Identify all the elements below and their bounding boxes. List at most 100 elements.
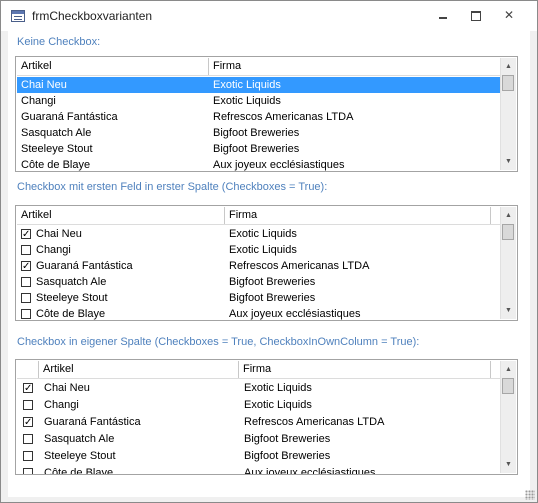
vertical-scrollbar[interactable]: ▲ ▼	[500, 361, 516, 473]
cell-artikel: Sasquatch Ale	[21, 127, 92, 139]
scroll-thumb[interactable]	[502, 224, 514, 240]
list-item[interactable]: Steeleye Stout Bigfoot Breweries	[17, 141, 500, 157]
form-icon	[11, 10, 25, 22]
row-checkbox[interactable]: ✓	[21, 261, 31, 272]
list-item[interactable]: Changi Exotic Liquids	[17, 397, 500, 413]
close-button[interactable]: ✕	[498, 7, 520, 23]
list-item[interactable]: Sasquatch Ale Bigfoot Breweries	[17, 431, 500, 447]
cell-artikel: Changi	[44, 399, 79, 411]
list-item[interactable]: Côte de Blaye Aux joyeux ecclésiastiques	[17, 465, 500, 475]
row-checkbox[interactable]	[21, 245, 31, 255]
scroll-down-icon[interactable]: ▼	[501, 153, 516, 170]
form-window: frmCheckboxvarianten ✕ Keine Checkbox: A…	[0, 0, 538, 503]
column-header-firma[interactable]: Firma	[239, 361, 491, 378]
cell-artikel: Chai Neu	[21, 79, 67, 91]
row-checkbox[interactable]: ✓	[23, 417, 33, 428]
list-item[interactable]: Chai Neu Exotic Liquids	[17, 77, 500, 93]
list-item[interactable]: ✓ Guaraná Fantástica Refrescos Americana…	[17, 414, 500, 430]
listbox-checkbox-first-column[interactable]: Artikel Firma ✓ Chai Neu Exotic Liquids …	[15, 205, 518, 321]
row-checkbox[interactable]	[23, 451, 33, 461]
list-item[interactable]: ✓ Chai Neu Exotic Liquids	[17, 380, 500, 396]
scroll-thumb[interactable]	[502, 378, 514, 394]
listbox-checkbox-own-column[interactable]: Artikel Firma ✓ Chai Neu Exotic Liquids …	[15, 359, 518, 475]
checkmark-icon: ✓	[22, 229, 31, 240]
list-item[interactable]: ✓ Chai Neu Exotic Liquids	[17, 226, 500, 242]
vertical-scrollbar[interactable]: ▲ ▼	[500, 58, 516, 170]
list-item[interactable]: Steeleye Stout Bigfoot Breweries	[17, 290, 500, 306]
cell-firma: Bigfoot Breweries	[229, 276, 316, 288]
cell-firma: Bigfoot Breweries	[213, 127, 300, 139]
list-item[interactable]: Changi Exotic Liquids	[17, 93, 500, 109]
row-checkbox[interactable]	[21, 293, 31, 303]
cell-firma: Bigfoot Breweries	[244, 433, 331, 445]
cell-artikel: Guaraná Fantástica	[36, 260, 133, 272]
scroll-down-icon[interactable]: ▼	[501, 456, 516, 473]
list-item[interactable]: Côte de Blaye Aux joyeux ecclésiastiques	[17, 157, 500, 171]
checkmark-icon: ✓	[24, 417, 33, 428]
scroll-down-icon[interactable]: ▼	[501, 302, 516, 319]
cell-artikel: Sasquatch Ale	[36, 276, 107, 288]
cell-firma: Exotic Liquids	[213, 95, 281, 107]
list-item[interactable]: Sasquatch Ale Bigfoot Breweries	[17, 125, 500, 141]
close-icon: ✕	[503, 8, 515, 22]
resize-grip[interactable]	[525, 490, 535, 500]
cell-firma: Bigfoot Breweries	[229, 292, 316, 304]
cell-firma: Aux joyeux ecclésiastiques	[213, 159, 345, 171]
column-header-checkbox[interactable]	[17, 361, 39, 378]
scroll-up-icon[interactable]: ▲	[501, 207, 516, 224]
list-item[interactable]: Sasquatch Ale Bigfoot Breweries	[17, 274, 500, 290]
cell-artikel: Guaraná Fantástica	[44, 416, 141, 428]
minimize-icon	[439, 16, 447, 19]
cell-artikel: Guaraná Fantástica	[21, 111, 118, 123]
cell-artikel: Steeleye Stout	[36, 292, 108, 304]
column-header-firma[interactable]: Firma	[225, 207, 491, 224]
minimize-button[interactable]	[432, 7, 454, 23]
checkmark-icon: ✓	[22, 261, 31, 272]
cell-artikel: Changi	[21, 95, 56, 107]
maximize-icon	[471, 10, 481, 21]
row-checkbox[interactable]	[23, 434, 33, 444]
list-item[interactable]: ✓ Guaraná Fantástica Refrescos Americana…	[17, 258, 500, 274]
scroll-thumb[interactable]	[502, 75, 514, 91]
scroll-up-icon[interactable]: ▲	[501, 361, 516, 378]
column-header-artikel[interactable]: Artikel	[39, 361, 239, 378]
title-bar[interactable]: frmCheckboxvarianten ✕	[1, 1, 537, 31]
cell-firma: Refrescos Americanas LTDA	[229, 260, 370, 272]
listbox-header: Artikel Firma	[17, 207, 502, 225]
window-title: frmCheckboxvarianten	[32, 9, 153, 23]
column-header-artikel[interactable]: Artikel	[17, 207, 225, 224]
cell-firma: Bigfoot Breweries	[244, 450, 331, 462]
cell-firma: Refrescos Americanas LTDA	[244, 416, 385, 428]
cell-artikel: Chai Neu	[36, 228, 82, 240]
listbox-header: Artikel Firma	[17, 58, 502, 76]
cell-artikel: Steeleye Stout	[44, 450, 116, 462]
section-label-checkbox-first-column: Checkbox mit ersten Feld in erster Spalt…	[17, 181, 328, 193]
row-checkbox[interactable]	[21, 277, 31, 287]
cell-firma: Exotic Liquids	[244, 399, 312, 411]
list-item[interactable]: Changi Exotic Liquids	[17, 242, 500, 258]
row-checkbox[interactable]: ✓	[23, 383, 33, 394]
row-checkbox[interactable]	[23, 468, 33, 474]
section-label-checkbox-own-column: Checkbox in eigener Spalte (Checkboxes =…	[17, 336, 420, 348]
column-header-firma[interactable]: Firma	[209, 58, 502, 75]
row-checkbox[interactable]	[21, 309, 31, 319]
list-item[interactable]: Côte de Blaye Aux joyeux ecclésiastiques	[17, 306, 500, 320]
cell-artikel: Changi	[36, 244, 71, 256]
scroll-up-icon[interactable]: ▲	[501, 58, 516, 75]
maximize-button[interactable]	[465, 7, 487, 23]
cell-artikel: Steeleye Stout	[21, 143, 93, 155]
cell-firma: Aux joyeux ecclésiastiques	[244, 467, 376, 475]
list-item[interactable]: Guaraná Fantástica Refrescos Americanas …	[17, 109, 500, 125]
vertical-scrollbar[interactable]: ▲ ▼	[500, 207, 516, 319]
row-checkbox[interactable]	[23, 400, 33, 410]
cell-artikel: Côte de Blaye	[36, 308, 106, 320]
form-body: Keine Checkbox: Artikel Firma Chai Neu E…	[8, 31, 530, 497]
list-item[interactable]: Steeleye Stout Bigfoot Breweries	[17, 448, 500, 464]
column-header-artikel[interactable]: Artikel	[17, 58, 209, 75]
cell-firma: Aux joyeux ecclésiastiques	[229, 308, 361, 320]
cell-firma: Bigfoot Breweries	[213, 143, 300, 155]
cell-artikel: Côte de Blaye	[44, 467, 114, 475]
listbox-no-checkbox[interactable]: Artikel Firma Chai Neu Exotic Liquids Ch…	[15, 56, 518, 172]
cell-firma: Exotic Liquids	[229, 244, 297, 256]
row-checkbox[interactable]: ✓	[21, 229, 31, 240]
